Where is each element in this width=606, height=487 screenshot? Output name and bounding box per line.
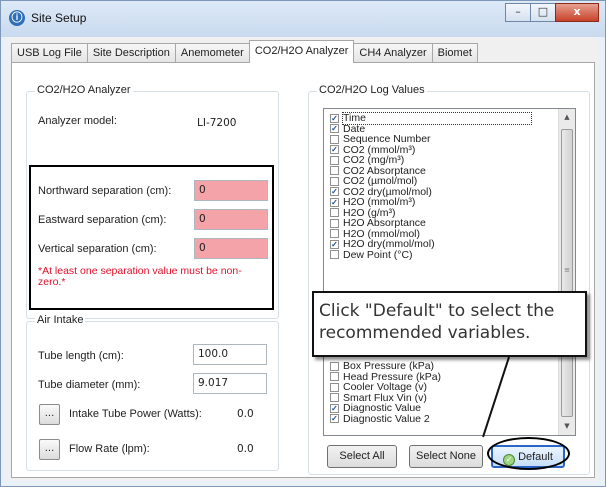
unchecked-checkbox-icon[interactable] [330,176,339,186]
checked-checkbox-icon[interactable]: ✓ [330,414,339,424]
log-value-item[interactable]: ✓ Time [330,112,532,125]
log-value-label: Cooler Voltage (v) [343,381,428,393]
tube-diameter-label: Tube diameter (mm): [38,379,141,391]
tab-anemometer[interactable]: Anemometer [174,43,250,63]
intake-power-label: Intake Tube Power (Watts): [69,408,202,420]
air-intake-group-title: Air Intake [35,314,86,326]
unchecked-checkbox-icon[interactable] [330,166,339,176]
log-value-item[interactable]: CO2 (mg/m³) [330,155,404,166]
checked-checkbox-icon[interactable]: ✓ [330,187,339,197]
tab-strip: USB Log File Site Description Anemometer… [11,40,478,63]
log-value-item[interactable]: Dew Point (°C) [330,248,413,261]
log-value-label: CO2 (mg/m³) [343,154,405,166]
tab-co2-h2o-analyzer[interactable]: CO2/H2O Analyzer [248,40,355,63]
log-value-item[interactable]: ✓ H2O (mmol/m³) [330,197,415,208]
select-none-button[interactable]: Select None [409,445,483,468]
log-value-item[interactable]: Sequence Number [330,134,431,145]
checked-checkbox-icon[interactable]: ✓ [330,239,339,249]
window-title: Site Setup [31,11,87,25]
checked-checkbox-icon[interactable]: ✓ [330,197,339,207]
analyzer-group-title: CO2/H2O Analyzer [35,84,133,96]
checked-checkbox-icon[interactable]: ✓ [330,124,339,134]
northward-separation-input[interactable]: 0 [194,180,268,201]
unchecked-checkbox-icon[interactable] [330,393,339,403]
unchecked-checkbox-icon[interactable] [330,250,339,260]
minimize-button[interactable]: – [505,3,531,22]
checked-checkbox-icon[interactable]: ✓ [330,145,339,155]
intake-power-button[interactable]: ... [39,404,60,425]
northward-separation-label: Northward separation (cm): [38,185,172,197]
unchecked-checkbox-icon[interactable] [330,134,339,144]
title-bar: ⓘ Site Setup – □ x [1,1,605,37]
tab-biomet[interactable]: Biomet [431,43,478,63]
log-value-item[interactable]: Cooler Voltage (v) [330,382,427,393]
flow-rate-value: 0.0 [237,443,254,455]
unchecked-checkbox-icon[interactable] [330,372,339,382]
maximize-button[interactable]: □ [530,3,556,22]
unchecked-checkbox-icon[interactable] [330,208,339,218]
log-value-label: Dew Point (°C) [343,248,413,261]
log-value-item[interactable]: ✓ Diagnostic Value [330,403,421,414]
analyzer-model-value: LI-7200 [197,117,237,129]
unchecked-checkbox-icon[interactable] [330,218,339,228]
scroll-down-icon[interactable]: ▼ [559,418,575,435]
log-values-group-title: CO2/H2O Log Values [317,84,427,96]
scroll-thumb[interactable]: ≡ [561,129,573,417]
flow-rate-label: Flow Rate (lpm): [69,443,150,455]
select-all-button[interactable]: Select All [327,445,397,468]
log-value-item[interactable]: ✓ H2O dry(mmol/mol) [330,239,435,250]
unchecked-checkbox-icon[interactable] [330,382,339,392]
listbox-scrollbar[interactable]: ▲ ≡ ▼ [558,109,575,435]
eastward-separation-input[interactable]: 0 [194,209,268,230]
log-value-label: Box Pressure (kPa) [343,360,435,372]
log-value-label: Time [342,112,532,125]
log-value-item[interactable]: Box Pressure (kPa) [330,361,434,372]
separation-error-text: *At least one separation value must be n… [38,265,242,288]
flow-rate-button[interactable]: ... [39,439,60,460]
caption-buttons: – □ x [505,3,599,22]
vertical-separation-label: Vertical separation (cm): [38,243,157,255]
tube-length-label: Tube length (cm): [38,350,124,362]
tab-usb-log-file[interactable]: USB Log File [11,43,88,63]
unchecked-checkbox-icon[interactable] [330,229,339,239]
default-highlight-circle [487,437,570,470]
log-value-label: Diagnostic Value [343,402,422,414]
log-value-item[interactable]: ✓ Diagnostic Value 2 [330,412,430,425]
log-value-label: H2O dry(mmol/mol) [343,238,435,250]
vertical-separation-input[interactable]: 0 [194,238,268,259]
close-button[interactable]: x [555,3,599,22]
intake-power-value: 0.0 [237,408,254,420]
log-values-listbox[interactable]: ✓ Time ✓ Date Sequence Number ✓ CO2 (mmol/m³) C… [323,108,576,436]
app-icon: ⓘ [9,10,25,26]
tube-length-input[interactable]: 100.0 [193,344,267,365]
checked-checkbox-icon[interactable]: ✓ [330,113,339,123]
log-value-item[interactable]: CO2 (µmol/mol) [330,176,417,187]
log-value-label: Diagnostic Value 2 [343,412,430,425]
scroll-up-icon[interactable]: ▲ [559,109,575,126]
log-value-label: H2O (mmol/m³) [343,196,416,208]
log-value-label: CO2 (µmol/mol) [343,175,418,187]
log-value-item[interactable]: H2O Absorptance [330,218,426,229]
callout-box: Click "Default" to select the recommende… [312,291,587,357]
tube-diameter-input[interactable]: 9.017 [193,373,267,394]
tab-site-description[interactable]: Site Description [86,43,176,63]
checked-checkbox-icon[interactable]: ✓ [330,403,339,413]
unchecked-checkbox-icon[interactable] [330,155,339,165]
tab-ch4-analyzer[interactable]: CH4 Analyzer [353,43,433,63]
eastward-separation-label: Eastward separation (cm): [38,214,167,226]
site-setup-window: ⓘ Site Setup – □ x USB Log File Site Des… [0,0,606,487]
unchecked-checkbox-icon[interactable] [330,361,339,371]
analyzer-model-label: Analyzer model: [38,115,117,127]
log-value-label: H2O Absorptance [343,217,426,229]
log-value-label: Sequence Number [343,133,431,145]
